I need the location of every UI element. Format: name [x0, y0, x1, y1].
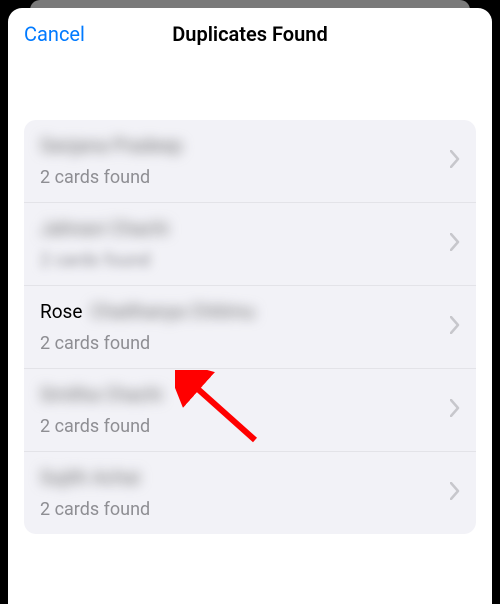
cards-count: 2 cards found	[40, 250, 460, 271]
chevron-right-icon	[450, 482, 460, 504]
contact-name: Smitha Chachi	[40, 383, 460, 406]
duplicate-row[interactable]: Jahnavi Chachi 2 cards found	[24, 203, 476, 286]
content-area: Sanjana Pradeep 2 cards found Jahnavi Ch…	[8, 60, 492, 534]
duplicate-row[interactable]: Sanjana Pradeep 2 cards found	[24, 120, 476, 203]
contact-name-blurred: Chaithanya Chitimu	[90, 300, 255, 323]
chevron-right-icon	[450, 316, 460, 338]
cards-count: 2 cards found	[40, 416, 460, 437]
contact-name-visible: Rose	[40, 300, 82, 323]
chevron-right-icon	[450, 150, 460, 172]
cards-count: 2 cards found	[40, 499, 460, 520]
duplicates-list: Sanjana Pradeep 2 cards found Jahnavi Ch…	[24, 120, 476, 534]
chevron-right-icon	[450, 399, 460, 421]
contact-name: Sujith Achai	[40, 466, 460, 489]
cards-count: 2 cards found	[40, 333, 460, 354]
modal-sheet: Cancel Duplicates Found Sanjana Pradeep …	[8, 8, 492, 604]
chevron-right-icon	[450, 233, 460, 255]
duplicate-row[interactable]: Smitha Chachi 2 cards found	[24, 369, 476, 452]
cancel-button[interactable]: Cancel	[24, 22, 85, 46]
contact-name: Rose Chaithanya Chitimu	[40, 300, 460, 323]
duplicate-row[interactable]: Sujith Achai 2 cards found	[24, 452, 476, 534]
header-bar: Cancel Duplicates Found	[8, 8, 492, 60]
contact-name: Sanjana Pradeep	[40, 134, 460, 157]
contact-name: Jahnavi Chachi	[40, 217, 460, 240]
page-title: Duplicates Found	[172, 22, 327, 46]
duplicate-row[interactable]: Rose Chaithanya Chitimu 2 cards found	[24, 286, 476, 369]
cards-count: 2 cards found	[40, 167, 460, 188]
